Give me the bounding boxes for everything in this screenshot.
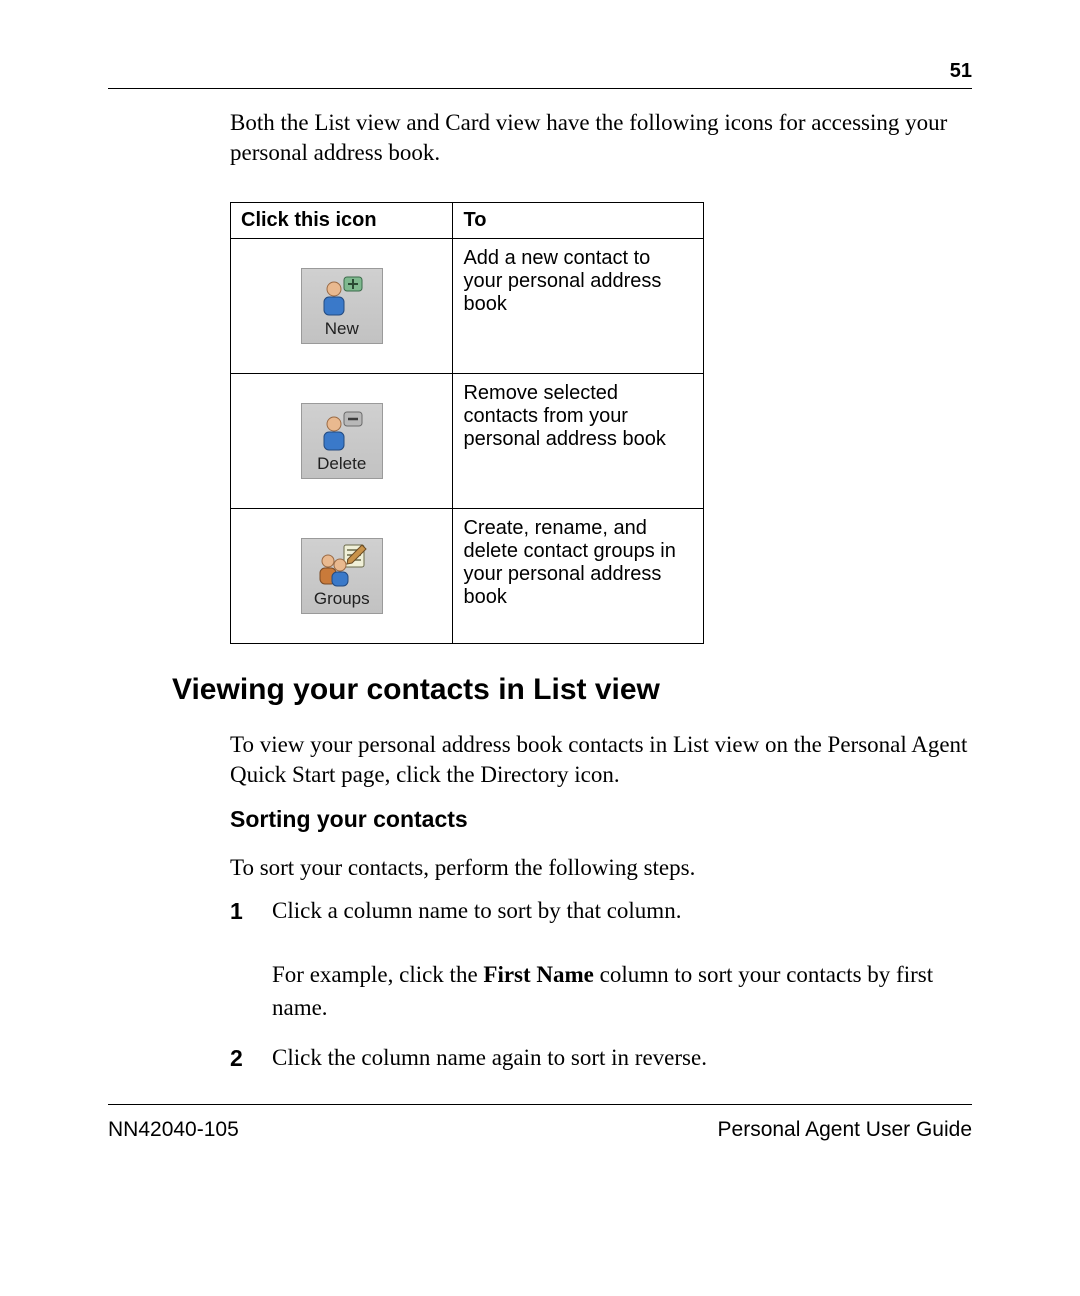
heading-1: Viewing your contacts in List view [172, 673, 660, 707]
delete-contact-button[interactable]: Delete [301, 403, 383, 479]
step-1: 1 Click a column name to sort by that co… [230, 895, 990, 1024]
table-row: Groups Create, rename, and delete contac… [231, 508, 704, 643]
first-name-emphasis: First Name [483, 962, 594, 987]
step-1-line-1: Click a column name to sort by that colu… [272, 898, 681, 923]
desc-cell-delete: Remove selected contacts from your perso… [453, 373, 704, 508]
content-block: Both the List view and Card view have th… [230, 108, 980, 644]
new-contact-icon [302, 273, 382, 317]
step-2: 2 Click the column name again to sort in… [230, 1042, 990, 1074]
document-page: 51 Both the List view and Card view have… [0, 0, 1080, 1296]
table-row: New Add a new contact to your personal a… [231, 238, 704, 373]
intro-paragraph: Both the List view and Card view have th… [230, 108, 980, 168]
groups-icon [302, 543, 382, 587]
groups-label: Groups [302, 589, 382, 609]
header-rule [108, 88, 972, 89]
icon-cell-new: New [231, 238, 453, 373]
table-row: Delete Remove selected contacts from you… [231, 373, 704, 508]
step-1-line-2a: For example, click the [272, 962, 483, 987]
icon-reference-table: Click this icon To [230, 202, 704, 644]
paragraph-after-h2: To sort your contacts, perform the follo… [230, 853, 990, 883]
page-number: 51 [950, 60, 972, 83]
table-header-icon: Click this icon [231, 202, 453, 238]
icon-cell-delete: Delete [231, 373, 453, 508]
groups-button[interactable]: Groups [301, 538, 383, 614]
step-number: 1 [230, 895, 243, 927]
step-number: 2 [230, 1042, 243, 1074]
footer-doc-title: Personal Agent User Guide [718, 1118, 972, 1142]
procedure-steps: 1 Click a column name to sort by that co… [230, 895, 990, 1092]
step-2-line-1: Click the column name again to sort in r… [272, 1045, 707, 1070]
new-contact-button[interactable]: New [301, 268, 383, 344]
paragraph-after-h1: To view your personal address book conta… [230, 730, 990, 790]
new-contact-label: New [302, 319, 382, 339]
footer-doc-id: NN42040-105 [108, 1118, 239, 1142]
desc-cell-new: Add a new contact to your personal addre… [453, 238, 704, 373]
delete-contact-icon [302, 408, 382, 452]
desc-cell-groups: Create, rename, and delete contact group… [453, 508, 704, 643]
delete-contact-label: Delete [302, 454, 382, 474]
icon-cell-groups: Groups [231, 508, 453, 643]
footer-rule [108, 1104, 972, 1105]
heading-2: Sorting your contacts [230, 806, 468, 833]
table-header-to: To [453, 202, 704, 238]
